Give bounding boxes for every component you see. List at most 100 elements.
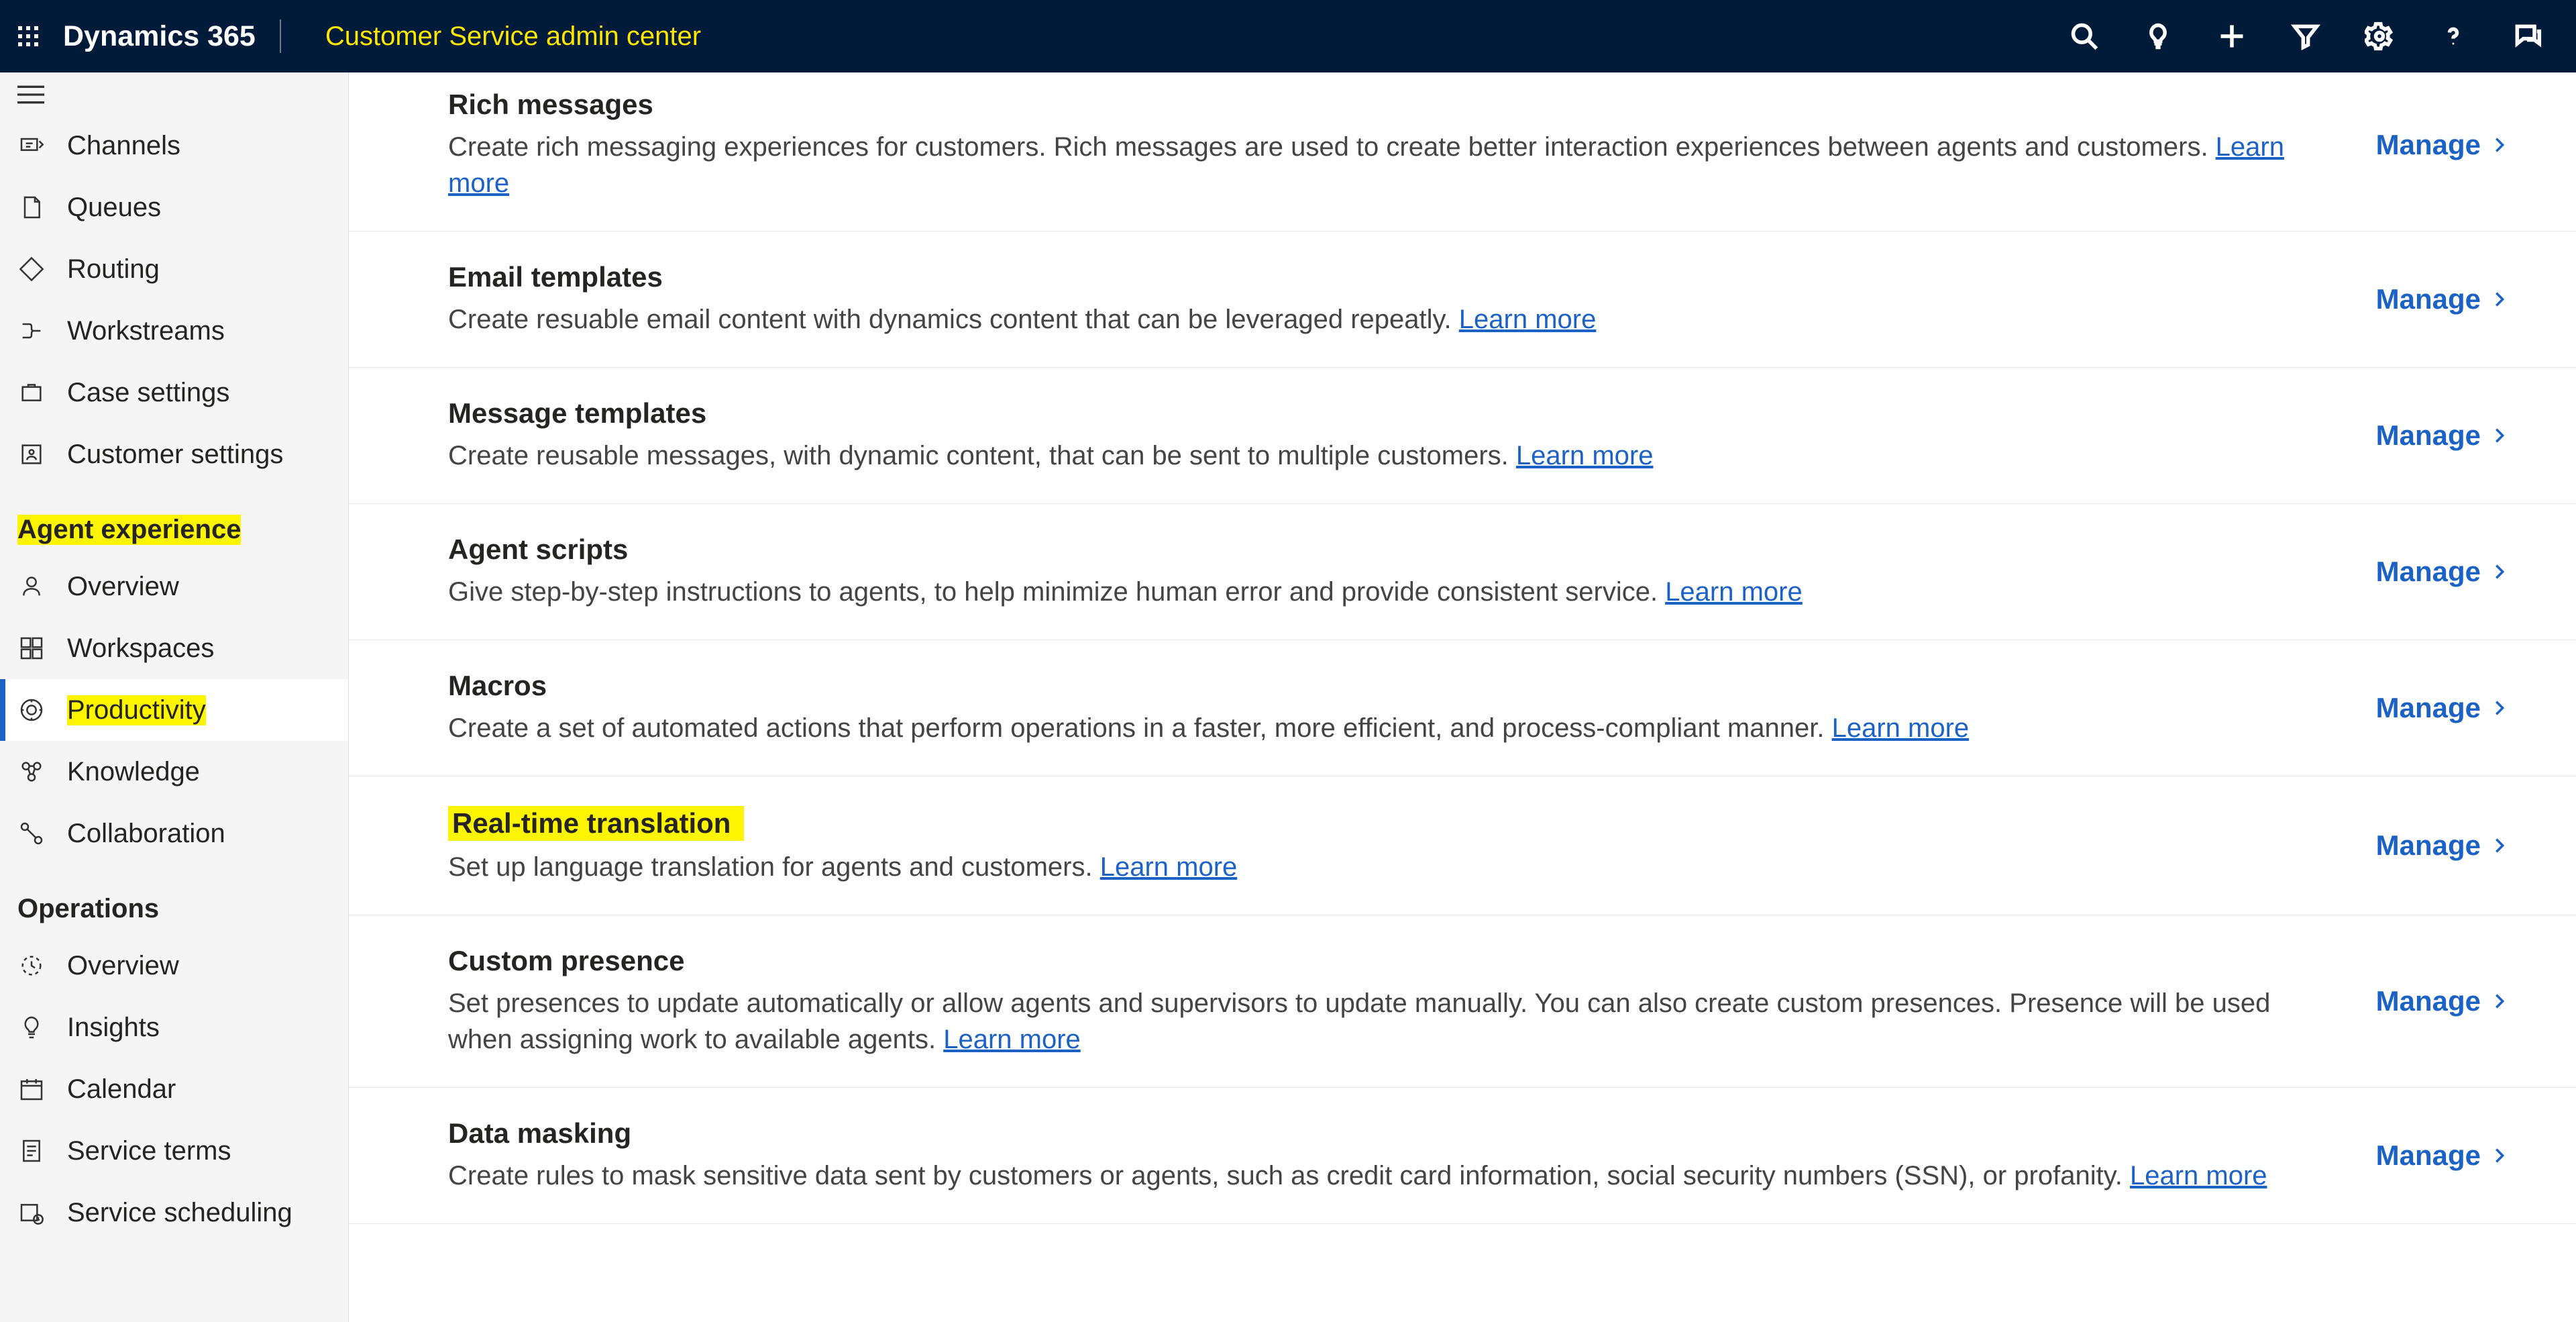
- manage-label: Manage: [2376, 129, 2481, 161]
- manage-button[interactable]: Manage: [2376, 985, 2509, 1017]
- card-description: Set presences to update automatically or…: [448, 985, 2336, 1058]
- sidebar-item-label: Service scheduling: [67, 1198, 292, 1228]
- ops-overview-icon: [17, 952, 46, 980]
- main-content: Rich messagesCreate rich messaging exper…: [349, 72, 2576, 1322]
- chevron-right-icon: [2490, 692, 2509, 724]
- card-description: Create rules to mask sensitive data sent…: [448, 1158, 2336, 1194]
- sidebar-item-queues[interactable]: Queues: [0, 176, 348, 238]
- scheduling-icon: [17, 1199, 46, 1227]
- sidebar-item-overview[interactable]: Overview: [0, 556, 348, 617]
- sidebar-item-case-settings[interactable]: Case settings: [0, 362, 348, 423]
- app-title: Customer Service admin center: [299, 0, 728, 72]
- sidebar-item-label: Channels: [67, 131, 180, 161]
- sidebar-item-service-terms[interactable]: Service terms: [0, 1120, 348, 1182]
- manage-label: Manage: [2376, 1139, 2481, 1172]
- chevron-right-icon: [2490, 829, 2509, 862]
- manage-button[interactable]: Manage: [2376, 829, 2509, 862]
- gear-icon[interactable]: [2343, 0, 2416, 72]
- card-description: Create resuable email content with dynam…: [448, 301, 2336, 338]
- learn-more-link[interactable]: Learn more: [1459, 305, 1597, 334]
- card-description: Give step-by-step instructions to agents…: [448, 574, 2336, 610]
- chevron-right-icon: [2490, 556, 2509, 588]
- setting-card-rich-messages: Rich messagesCreate rich messaging exper…: [349, 72, 2576, 232]
- card-title: Message templates: [448, 397, 2336, 429]
- learn-more-link[interactable]: Learn more: [943, 1025, 1081, 1054]
- sidebar-item-channels[interactable]: Channels: [0, 115, 348, 176]
- setting-card-custom-presence: Custom presenceSet presences to update a…: [349, 915, 2576, 1088]
- learn-more-link[interactable]: Learn more: [1665, 577, 1803, 607]
- top-nav: Dynamics 365 Customer Service admin cent…: [0, 0, 2576, 72]
- sidebar-item-label: Collaboration: [67, 819, 225, 849]
- manage-label: Manage: [2376, 419, 2481, 452]
- manage-button[interactable]: Manage: [2376, 692, 2509, 724]
- queues-icon: [17, 193, 46, 221]
- sidebar-item-knowledge[interactable]: Knowledge: [0, 741, 348, 803]
- setting-card-message-templates: Message templatesCreate reusable message…: [349, 368, 2576, 504]
- card-description: Set up language translation for agents a…: [448, 849, 2336, 885]
- chevron-right-icon: [2490, 283, 2509, 315]
- chevron-right-icon: [2490, 1139, 2509, 1172]
- card-title: Macros: [448, 670, 2336, 702]
- sidebar-item-label: Workstreams: [67, 316, 225, 346]
- divider: [280, 19, 281, 53]
- sidebar-item-calendar[interactable]: Calendar: [0, 1058, 348, 1120]
- sidebar-item-label: Calendar: [67, 1074, 176, 1105]
- sidebar-item-overview[interactable]: Overview: [0, 935, 348, 997]
- manage-label: Manage: [2376, 829, 2481, 862]
- sidebar-item-service-scheduling[interactable]: Service scheduling: [0, 1182, 348, 1243]
- setting-card-data-masking: Data masking Create rules to mask sensiti…: [349, 1088, 2576, 1224]
- learn-more-link[interactable]: Learn more: [448, 132, 2284, 198]
- routing-icon: [17, 255, 46, 283]
- overview-icon: [17, 572, 46, 601]
- manage-button[interactable]: Manage: [2376, 1139, 2509, 1172]
- setting-card-email-templates: Email templatesCreate resuable email con…: [349, 232, 2576, 368]
- help-icon[interactable]: [2416, 0, 2490, 72]
- chat-icon[interactable]: [2490, 0, 2564, 72]
- manage-label: Manage: [2376, 283, 2481, 315]
- manage-button[interactable]: Manage: [2376, 283, 2509, 315]
- sidebar-item-workspaces[interactable]: Workspaces: [0, 617, 348, 679]
- sidebar-item-productivity[interactable]: Productivity: [0, 679, 348, 741]
- sidebar-item-label: Overview: [67, 951, 179, 981]
- sidebar-item-label: Routing: [67, 254, 160, 285]
- card-title: Rich messages: [448, 89, 2336, 121]
- learn-more-link[interactable]: Learn more: [1100, 852, 1238, 882]
- sidebar-item-label: Workspaces: [67, 633, 214, 664]
- manage-label: Manage: [2376, 556, 2481, 588]
- sidebar-item-label: Customer settings: [67, 440, 283, 470]
- add-icon[interactable]: [2195, 0, 2269, 72]
- lightbulb-icon[interactable]: [2121, 0, 2195, 72]
- terms-icon: [17, 1137, 46, 1165]
- chevron-right-icon: [2490, 129, 2509, 161]
- learn-more-link[interactable]: Learn more: [1832, 713, 1970, 743]
- sidebar-item-collaboration[interactable]: Collaboration: [0, 803, 348, 864]
- manage-button[interactable]: Manage: [2376, 129, 2509, 161]
- brand-label: Dynamics 365: [63, 20, 256, 53]
- manage-label: Manage: [2376, 692, 2481, 724]
- sidebar-item-label: Productivity: [67, 695, 206, 725]
- sidebar-item-label: Case settings: [67, 378, 229, 408]
- sidebar-item-customer-settings[interactable]: Customer settings: [0, 423, 348, 485]
- sidebar-item-label: Overview: [67, 572, 179, 602]
- collab-icon: [17, 819, 46, 848]
- sidebar-item-routing[interactable]: Routing: [0, 238, 348, 300]
- setting-card-agent-scripts: Agent scriptsGive step-by-step instructi…: [349, 504, 2576, 640]
- sidebar-item-insights[interactable]: Insights: [0, 997, 348, 1058]
- sidebar-scrollbar[interactable]: [332, 72, 348, 1322]
- learn-more-link[interactable]: Learn more: [2130, 1161, 2267, 1190]
- card-title: Real-time translation: [448, 806, 2336, 841]
- learn-more-link[interactable]: Learn more: [1516, 441, 1654, 470]
- setting-card-real-time-translation: Real-time translation Set up language tra…: [349, 776, 2576, 915]
- sidebar-item-workstreams[interactable]: Workstreams: [0, 300, 348, 362]
- filter-icon[interactable]: [2269, 0, 2343, 72]
- search-icon[interactable]: [2047, 0, 2121, 72]
- manage-button[interactable]: Manage: [2376, 419, 2509, 452]
- manage-button[interactable]: Manage: [2376, 556, 2509, 588]
- app-launcher-icon[interactable]: [12, 20, 44, 52]
- workstreams-icon: [17, 317, 46, 345]
- workspaces-icon: [17, 634, 46, 662]
- card-description: Create a set of automated actions that p…: [448, 710, 2336, 746]
- sidebar-heading-agent: Agent experience: [0, 485, 348, 556]
- card-title: Data masking: [448, 1117, 2336, 1150]
- hamburger-icon[interactable]: [0, 72, 348, 115]
